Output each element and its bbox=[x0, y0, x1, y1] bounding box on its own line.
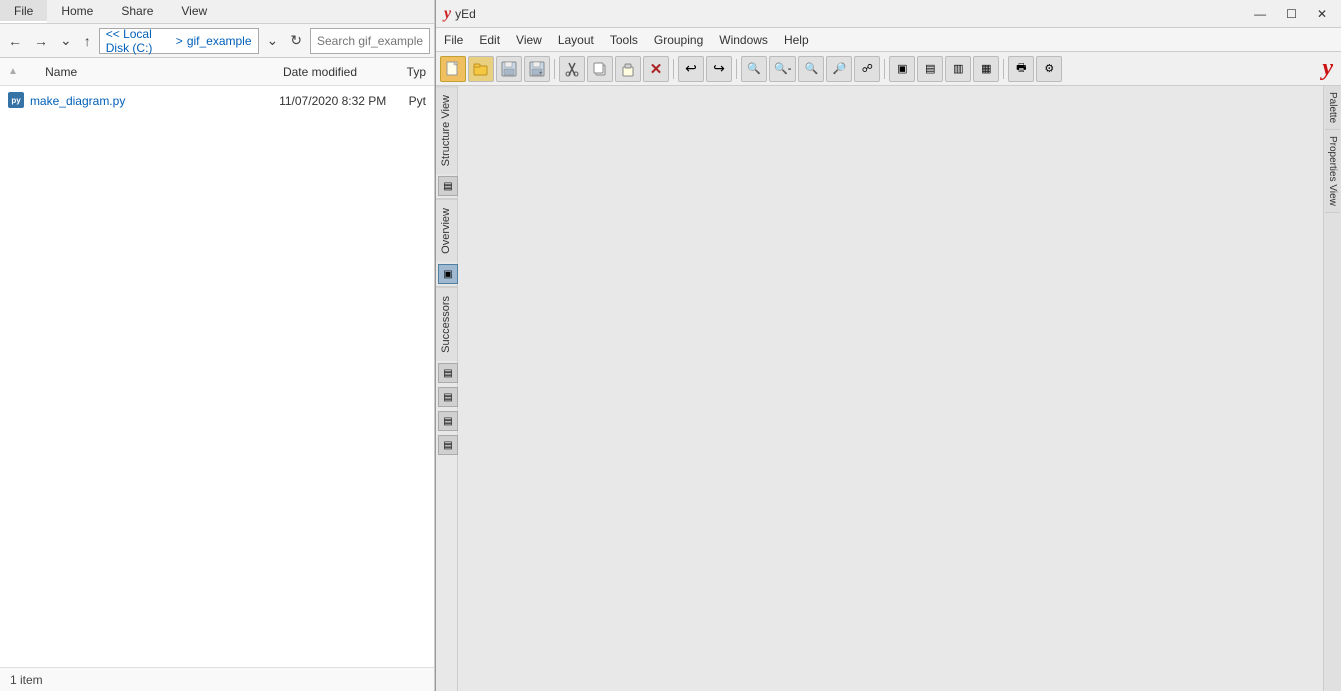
forward-button[interactable]: → bbox=[30, 31, 52, 51]
up-button[interactable]: ↑ bbox=[80, 31, 95, 51]
status-bar: 1 item bbox=[0, 667, 434, 691]
python-icon: py bbox=[8, 92, 24, 108]
yed-logo: y bbox=[1322, 55, 1333, 82]
toolbar-zoom-minus[interactable]: 🔍- bbox=[769, 56, 796, 82]
file-date: 11/07/2020 8:32 PM bbox=[279, 94, 409, 108]
close-button[interactable]: ✕ bbox=[1311, 5, 1333, 23]
yed-left-panels: Structure View ▤ Overview ▣ Successors ▤… bbox=[436, 86, 458, 691]
toolbar-grid[interactable]: ▤ bbox=[917, 56, 943, 82]
toolbar-new[interactable] bbox=[440, 56, 466, 82]
yed-side-panel: Palette Properties View bbox=[1323, 86, 1341, 691]
yed-titlebar: y yEd — ☐ ✕ bbox=[436, 0, 1341, 28]
address-prefix[interactable]: << Local Disk (C:) bbox=[106, 27, 172, 55]
menu-file[interactable]: File bbox=[436, 30, 471, 50]
explorer-tabs: File Home Share View bbox=[0, 0, 434, 24]
toolbar-zoom-fit[interactable]: 🔍 bbox=[741, 56, 767, 82]
maximize-button[interactable]: ☐ bbox=[1280, 5, 1303, 23]
toolbar-save-as[interactable]: + bbox=[524, 56, 550, 82]
panel-icon-structure[interactable]: ▤ bbox=[438, 176, 458, 196]
yed-app-icon: y bbox=[444, 5, 451, 23]
menu-view[interactable]: View bbox=[508, 30, 550, 50]
tab-home[interactable]: Home bbox=[47, 0, 107, 23]
minimize-button[interactable]: — bbox=[1248, 5, 1272, 23]
address-folder[interactable]: gif_example bbox=[187, 34, 252, 48]
toolbar-overview[interactable]: ▦ bbox=[973, 56, 999, 82]
toolbar-save[interactable] bbox=[496, 56, 522, 82]
yed-title: y yEd bbox=[444, 5, 476, 23]
search-input[interactable] bbox=[317, 34, 423, 48]
file-type: Pyt bbox=[409, 94, 426, 108]
tab-share[interactable]: Share bbox=[107, 0, 167, 23]
toolbar-sep-1 bbox=[554, 59, 555, 79]
dropdown-button[interactable]: ⌄ bbox=[263, 30, 283, 51]
col-type-header[interactable]: Typ bbox=[407, 65, 426, 79]
toolbar-snap[interactable]: ▥ bbox=[945, 56, 971, 82]
toolbar-redo[interactable]: ↪ bbox=[706, 56, 732, 82]
toolbar-open[interactable] bbox=[468, 56, 494, 82]
search-bar[interactable] bbox=[310, 28, 430, 54]
refresh-button[interactable]: ↻ bbox=[286, 30, 306, 51]
menu-windows[interactable]: Windows bbox=[711, 30, 776, 50]
toolbar-fit-page[interactable]: ▣ bbox=[889, 56, 915, 82]
panel-tab-successors[interactable]: Successors bbox=[436, 287, 457, 361]
yed-toolbar: + ✕ ↩ ↪ 🔍 🔍- 🔍 🔎 ☍ ▣ ▤ ▥ ▦ bbox=[436, 52, 1341, 86]
panel-icon-s4[interactable]: ▤ bbox=[438, 435, 458, 455]
recent-button[interactable]: ⌄ bbox=[56, 30, 76, 51]
toolbar-paste[interactable] bbox=[615, 56, 641, 82]
toolbar-zoom-in[interactable]: 🔎 bbox=[826, 56, 852, 82]
toolbar-cut[interactable] bbox=[559, 56, 585, 82]
panel-icon-s2[interactable]: ▤ bbox=[438, 387, 458, 407]
menu-grouping[interactable]: Grouping bbox=[646, 30, 711, 50]
address-bar: ← → ⌄ ↑ << Local Disk (C:) > gif_example… bbox=[0, 24, 434, 58]
address-chevron: > bbox=[176, 34, 183, 48]
back-button[interactable]: ← bbox=[4, 31, 26, 51]
file-list: py make_diagram.py 11/07/2020 8:32 PM Py… bbox=[0, 86, 434, 667]
menu-help[interactable]: Help bbox=[776, 30, 817, 50]
col-name-header[interactable]: Name bbox=[25, 65, 283, 79]
yed-window: y yEd — ☐ ✕ File Edit View Layout Tools … bbox=[435, 0, 1341, 691]
column-headers: ▲ Name Date modified Typ bbox=[0, 58, 434, 86]
panel-tab-properties[interactable]: Properties View bbox=[1325, 130, 1340, 213]
toolbar-print[interactable]: 🖶 bbox=[1008, 56, 1034, 82]
toolbar-settings[interactable]: ⚙ bbox=[1036, 56, 1062, 82]
yed-app-name: yEd bbox=[455, 7, 476, 21]
toolbar-copy[interactable] bbox=[587, 56, 613, 82]
tab-view[interactable]: View bbox=[167, 0, 221, 23]
address-path[interactable]: << Local Disk (C:) > gif_example bbox=[99, 28, 259, 54]
panel-tab-overview[interactable]: Overview bbox=[436, 199, 457, 262]
toolbar-sep-2 bbox=[673, 59, 674, 79]
toolbar-sep-5 bbox=[1003, 59, 1004, 79]
toolbar-zoom-out[interactable]: 🔍 bbox=[798, 56, 824, 82]
file-item[interactable]: py make_diagram.py 11/07/2020 8:32 PM Py… bbox=[0, 88, 434, 114]
yed-menubar: File Edit View Layout Tools Grouping Win… bbox=[436, 28, 1341, 52]
col-date-header[interactable]: Date modified bbox=[283, 65, 407, 79]
toolbar-delete[interactable]: ✕ bbox=[643, 56, 669, 82]
yed-canvas[interactable] bbox=[458, 86, 1323, 691]
toolbar-sep-4 bbox=[884, 59, 885, 79]
yed-window-controls: — ☐ ✕ bbox=[1248, 5, 1333, 23]
panel-tab-palette[interactable]: Palette bbox=[1325, 86, 1340, 130]
panel-icon-overview[interactable]: ▣ bbox=[438, 264, 458, 284]
toolbar-undo[interactable]: ↩ bbox=[678, 56, 704, 82]
explorer-window: File Home Share View ← → ⌄ ↑ << Local Di… bbox=[0, 0, 435, 691]
svg-text:+: + bbox=[539, 71, 543, 77]
file-icon: py bbox=[8, 92, 26, 110]
menu-edit[interactable]: Edit bbox=[471, 30, 508, 50]
menu-layout[interactable]: Layout bbox=[550, 30, 602, 50]
file-name[interactable]: make_diagram.py bbox=[30, 94, 279, 108]
status-text: 1 item bbox=[10, 673, 43, 687]
toolbar-zoom-100[interactable]: ☍ bbox=[854, 56, 880, 82]
panel-tab-structure[interactable]: Structure View bbox=[436, 86, 457, 174]
yed-main: Structure View ▤ Overview ▣ Successors ▤… bbox=[436, 86, 1341, 691]
toolbar-sep-3 bbox=[736, 59, 737, 79]
menu-tools[interactable]: Tools bbox=[602, 30, 646, 50]
select-all-checkbox[interactable]: ▲ bbox=[8, 66, 18, 77]
panel-icon-s3[interactable]: ▤ bbox=[438, 411, 458, 431]
panel-icon-s1[interactable]: ▤ bbox=[438, 363, 458, 383]
tab-file[interactable]: File bbox=[0, 0, 47, 23]
